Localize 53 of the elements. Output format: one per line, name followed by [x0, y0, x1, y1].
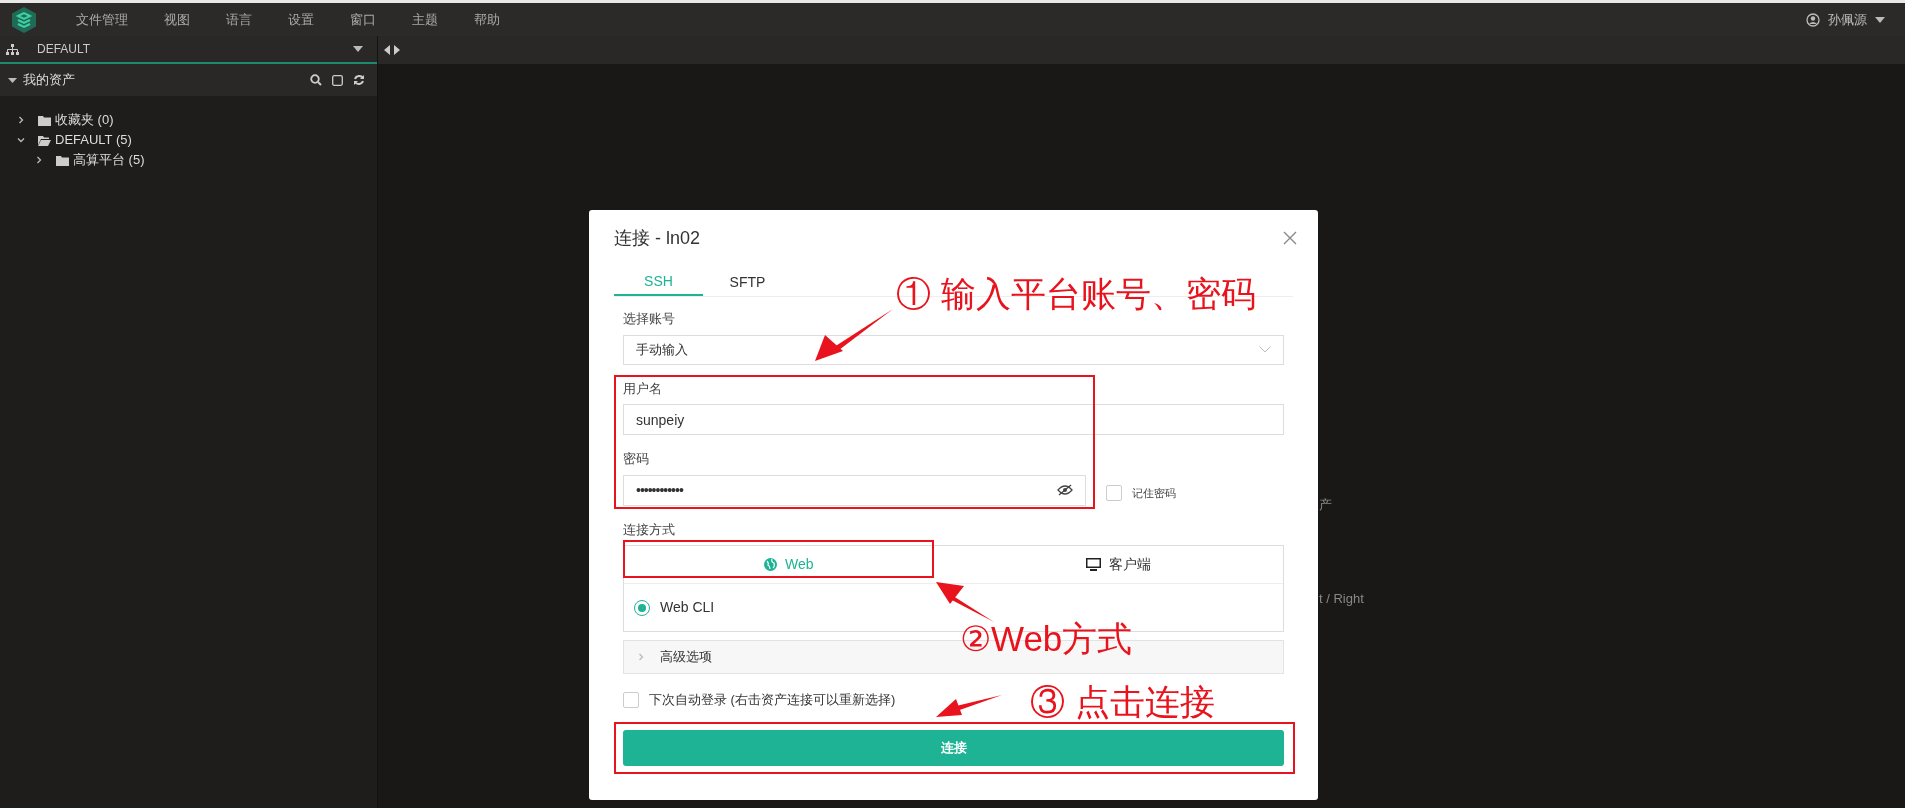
- menu-item[interactable]: 主题: [412, 9, 438, 30]
- checkbox[interactable]: [1106, 485, 1122, 501]
- background-text: t / Right: [1319, 589, 1364, 608]
- eye-slash-icon[interactable]: [1057, 484, 1073, 496]
- checkbox-label: 记住密码: [1132, 485, 1176, 501]
- account-select[interactable]: 手动输入: [623, 334, 1284, 365]
- close-icon[interactable]: [1283, 231, 1297, 245]
- caret-down-icon[interactable]: [353, 46, 363, 52]
- search-icon[interactable]: [310, 74, 322, 86]
- refresh-icon[interactable]: [353, 74, 365, 86]
- menu-item[interactable]: 视图: [164, 9, 190, 30]
- menu-item[interactable]: 文件管理: [76, 9, 128, 30]
- caret-down-icon[interactable]: [8, 75, 17, 85]
- hierarchy-icon: [6, 43, 19, 55]
- tree-item[interactable]: 收藏夹 (0): [55, 110, 114, 130]
- field-label: 选择账号: [623, 310, 676, 328]
- background-text: 产: [1319, 496, 1333, 514]
- dialog-title: 连接 - ln02: [614, 226, 701, 250]
- radio-label: Web CLI: [660, 598, 715, 617]
- chevron-right-icon[interactable]: [16, 115, 26, 125]
- square-icon[interactable]: [332, 74, 343, 86]
- tree-item[interactable]: 高算平台 (5): [73, 150, 145, 170]
- menu-item[interactable]: 窗口: [350, 9, 376, 30]
- menu-item[interactable]: 设置: [288, 9, 314, 30]
- menu-item[interactable]: 帮助: [474, 9, 500, 30]
- field-label: 密码: [623, 450, 650, 468]
- section-title[interactable]: 我的资产: [23, 70, 75, 90]
- chevron-down-icon: [1259, 346, 1271, 353]
- annotation-text: ① 输入平台账号、密码: [896, 276, 1256, 311]
- menu-item[interactable]: 语言: [226, 9, 252, 30]
- folder-icon: [56, 154, 69, 166]
- split-arrows-icon[interactable]: [384, 45, 400, 55]
- tab[interactable]: SFTP: [703, 268, 792, 296]
- chevron-right-icon[interactable]: [34, 155, 44, 165]
- logo-icon: [10, 5, 38, 34]
- folder-icon: [38, 114, 51, 126]
- checkbox-label: 下次自动登录 (右击资产连接可以重新选择): [649, 691, 896, 709]
- chevron-down-icon[interactable]: [16, 135, 26, 145]
- field-label: 连接方式: [623, 520, 676, 539]
- field-label: 用户名: [623, 379, 663, 398]
- password-field[interactable]: ••••••••••••: [623, 474, 1086, 506]
- user-name[interactable]: 孙佩源: [1828, 9, 1867, 30]
- checkbox[interactable]: [623, 691, 639, 708]
- annotation-text: ③ 点击连接: [1030, 684, 1215, 719]
- workspace-select[interactable]: DEFAULT: [37, 40, 91, 58]
- monitor-icon: [1085, 558, 1101, 571]
- tree-item[interactable]: DEFAULT (5): [55, 130, 132, 150]
- user-icon: [1806, 12, 1820, 27]
- method-tab[interactable]: 客户端: [953, 546, 1283, 583]
- open-folder-icon: [38, 134, 51, 146]
- username-field[interactable]: sunpeiy: [623, 404, 1284, 435]
- caret-down-icon[interactable]: [1875, 16, 1885, 23]
- globe-icon: [763, 558, 777, 571]
